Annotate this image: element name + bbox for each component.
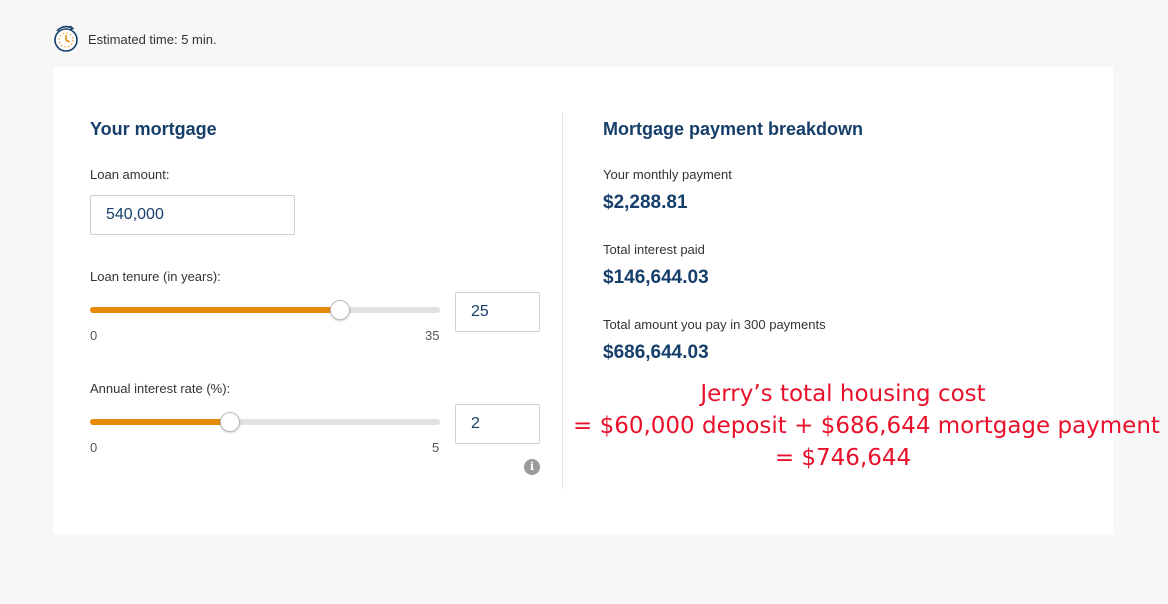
info-icon[interactable]: i <box>524 459 540 475</box>
breakdown-title: Mortgage payment breakdown <box>603 119 864 139</box>
mortgage-calculator-card: Your mortgage Loan amount: 540,000 Loan … <box>53 67 1160 534</box>
loan-amount-label: Loan amount: <box>90 167 170 182</box>
rate-input[interactable]: 2 <box>455 404 540 444</box>
monthly-payment-label: Your monthly payment <box>603 167 732 182</box>
total-interest-label: Total interest paid <box>603 242 705 257</box>
rate-slider[interactable] <box>90 412 440 432</box>
tenure-min: 0 <box>90 328 98 343</box>
column-divider <box>562 112 563 489</box>
mortgage-title: Your mortgage <box>90 119 217 139</box>
total-interest-value: $146,644.03 <box>603 267 709 288</box>
tenure-slider[interactable] <box>90 300 440 320</box>
clock-icon <box>52 25 80 53</box>
rate-slider-fill <box>90 419 230 425</box>
tenure-slider-fill <box>90 307 340 313</box>
tenure-max: 35 <box>425 328 440 343</box>
rate-label: Annual interest rate (%): <box>90 381 231 396</box>
tenure-input[interactable]: 25 <box>455 292 540 332</box>
rate-min: 0 <box>90 440 98 455</box>
total-amount-label: Total amount you pay in 300 payments <box>603 317 826 332</box>
rate-max: 5 <box>432 440 440 455</box>
monthly-payment-value: $2,288.81 <box>603 192 688 213</box>
annotation-line-3: = $746,644 <box>774 445 912 471</box>
total-amount-value: $686,644.03 <box>603 342 709 363</box>
tenure-label: Loan tenure (in years): <box>90 269 221 284</box>
loan-amount-input[interactable]: 540,000 <box>90 195 295 235</box>
housing-cost-annotation: Jerry’s total housing cost = $60,000 dep… <box>573 378 1160 474</box>
tenure-slider-handle[interactable] <box>329 300 350 320</box>
rate-slider-handle[interactable] <box>220 412 240 432</box>
estimated-time: Estimated time: 5 min. <box>52 25 217 53</box>
annotation-line-2: = $60,000 deposit + $686,644 mortgage pa… <box>573 413 1160 439</box>
annotation-line-1: Jerry’s total housing cost <box>700 381 986 407</box>
estimated-time-label: Estimated time: 5 min. <box>88 31 217 47</box>
